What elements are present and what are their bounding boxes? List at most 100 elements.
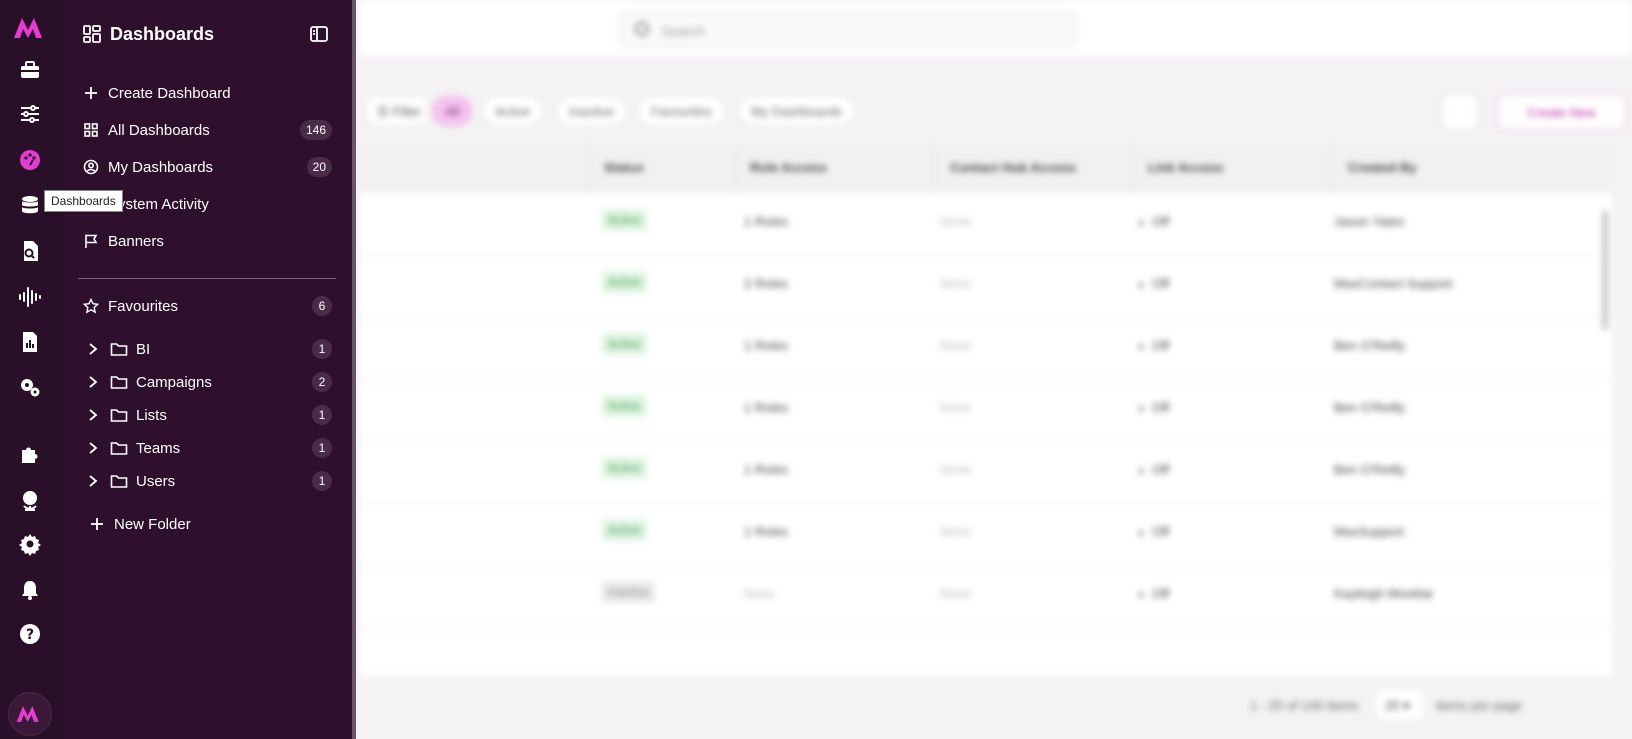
folder-item-campaigns[interactable]: Campaigns 2 <box>86 369 332 395</box>
brand-logo[interactable] <box>12 14 50 42</box>
table-row[interactable]: Active 1 Roles None Off Ben O'Reilly <box>360 316 1612 380</box>
contact-hub-cell: None <box>940 586 972 601</box>
created-by-cell: Ben O'Reilly <box>1334 338 1406 353</box>
dashboards-table: Status Role Access Contact Hub Access Li… <box>360 146 1612 676</box>
folder-item-lists[interactable]: Lists 1 <box>86 402 332 428</box>
audio-wave-icon[interactable] <box>16 283 44 311</box>
table-row[interactable]: Active 1 Roles None Off Ben O'Reilly <box>360 378 1612 442</box>
chip-all[interactable]: All <box>432 96 473 126</box>
new-folder-label: New Folder <box>114 515 191 533</box>
folder-icon <box>110 343 128 356</box>
chip-active[interactable]: Active <box>482 96 544 126</box>
svg-text:?: ? <box>26 627 34 643</box>
settings-icon[interactable] <box>16 530 44 558</box>
system-activity-label: System Activity <box>108 195 209 213</box>
pagination-info: 1 - 25 of 146 Items <box>1250 698 1359 713</box>
chip-inactive[interactable]: Inactive <box>556 96 627 126</box>
document-search-icon[interactable] <box>16 237 44 265</box>
folder-label: Teams <box>136 439 181 457</box>
favourites-item[interactable]: Favourites 6 <box>82 293 332 319</box>
toolbox-icon[interactable] <box>16 56 44 84</box>
link-access-cell: Off <box>1138 524 1169 539</box>
created-by-cell: MaxContact Support <box>1334 276 1453 291</box>
grid-icon <box>82 121 100 139</box>
report-icon[interactable] <box>16 328 44 356</box>
chevron-right-icon[interactable] <box>86 375 100 389</box>
my-dashboards-item[interactable]: My Dashboards 20 <box>82 154 332 180</box>
folder-item-bi[interactable]: BI 1 <box>86 336 332 362</box>
col-link-access[interactable]: Link Access <box>1148 160 1223 175</box>
refresh-button[interactable] <box>1442 94 1478 130</box>
search-input[interactable]: Search <box>620 12 1076 48</box>
user-circle-icon <box>82 158 100 176</box>
folder-count: 2 <box>312 372 332 392</box>
folder-label: Users <box>136 472 176 490</box>
col-contact-hub-access[interactable]: Contact Hub Access <box>950 160 1076 175</box>
col-status[interactable]: Status <box>604 160 644 175</box>
role-access-cell: 1 Roles <box>744 524 789 539</box>
cogs-icon[interactable] <box>16 373 44 401</box>
table-row[interactable]: Active 1 Roles None Off Jason Yates <box>360 192 1612 256</box>
table-row[interactable]: Active 1 Roles None Off MaxSupport <box>360 502 1612 566</box>
page-size-select[interactable]: 25 ▾ <box>1374 688 1426 722</box>
dashboards-panel: Dashboards Create Dashboard All Dashboar… <box>62 0 356 739</box>
banners-item[interactable]: Banners <box>82 228 332 254</box>
database-icon[interactable] <box>16 192 44 220</box>
puzzle-icon[interactable] <box>16 440 44 468</box>
filter-button[interactable]: ☰ Filter <box>366 96 428 126</box>
created-by-cell: Kayleigh Mooklar <box>1334 586 1434 601</box>
role-access-cell: 1 Roles <box>744 462 789 477</box>
col-role-access[interactable]: Role Access <box>750 160 827 175</box>
folder-icon <box>110 409 128 422</box>
chevron-right-icon[interactable] <box>86 342 100 356</box>
plus-icon <box>88 515 106 533</box>
table-header: Status Role Access Contact Hub Access Li… <box>360 146 1612 192</box>
folder-count: 1 <box>312 339 332 359</box>
panel-divider <box>78 278 336 279</box>
status-badge: Active <box>602 457 647 479</box>
role-access-cell: 1 Roles <box>744 338 789 353</box>
table-row[interactable]: Active 2 Roles None Off MaxContact Support <box>360 254 1612 318</box>
folder-item-users[interactable]: Users 1 <box>86 468 332 494</box>
created-by-cell: Jason Yates <box>1334 214 1405 229</box>
chevron-right-icon[interactable] <box>86 408 100 422</box>
banners-label: Banners <box>108 232 164 250</box>
sliders-icon[interactable] <box>16 100 44 128</box>
search-placeholder: Search <box>661 23 706 39</box>
table-row[interactable]: Active 1 Roles None Off Ben O'Reilly <box>360 440 1612 504</box>
chevron-right-icon[interactable] <box>86 441 100 455</box>
account-logo[interactable] <box>8 692 52 736</box>
all-dashboards-item[interactable]: All Dashboards 146 <box>82 117 332 143</box>
chip-favourites[interactable]: Favourites <box>638 96 725 126</box>
items-per-page-label: items per page <box>1436 698 1522 713</box>
create-dashboard-item[interactable]: Create Dashboard <box>82 80 332 106</box>
dashboard-palette-icon[interactable] <box>16 146 44 174</box>
new-folder-item[interactable]: New Folder <box>88 511 338 537</box>
globe-icon[interactable] <box>16 486 44 514</box>
bell-icon[interactable] <box>16 576 44 604</box>
chip-my-dashboards[interactable]: My Dashboards <box>738 96 856 126</box>
my-dashboards-count: 20 <box>306 157 332 177</box>
favourites-label: Favourites <box>108 297 179 315</box>
contact-hub-cell: None <box>940 276 972 291</box>
chevron-right-icon[interactable] <box>86 474 100 488</box>
link-access-cell: Off <box>1138 276 1169 291</box>
collapse-panel-icon[interactable] <box>310 26 328 42</box>
role-access-cell: 1 Roles <box>744 214 789 229</box>
contact-hub-cell: None <box>940 462 972 477</box>
help-icon[interactable]: ? <box>16 620 44 648</box>
col-created-by[interactable]: Created By <box>1348 160 1417 175</box>
link-access-cell: Off <box>1138 586 1169 601</box>
create-new-button[interactable]: Create New <box>1498 94 1626 130</box>
folder-item-teams[interactable]: Teams 1 <box>86 435 332 461</box>
table-scrollbar[interactable] <box>1600 196 1610 656</box>
table-row[interactable]: Inactive None None Off Kayleigh Mooklar <box>360 564 1612 628</box>
create-dashboard-label: Create Dashboard <box>108 84 231 102</box>
contact-hub-cell: None <box>940 524 972 539</box>
folder-label: Campaigns <box>136 373 212 391</box>
folder-icon <box>110 475 128 488</box>
folder-label: Lists <box>136 406 167 424</box>
table-footer: 1 - 25 of 146 Items 25 ▾ items per page <box>360 676 1632 739</box>
all-dashboards-count: 146 <box>299 120 332 140</box>
created-by-cell: Ben O'Reilly <box>1334 462 1406 477</box>
